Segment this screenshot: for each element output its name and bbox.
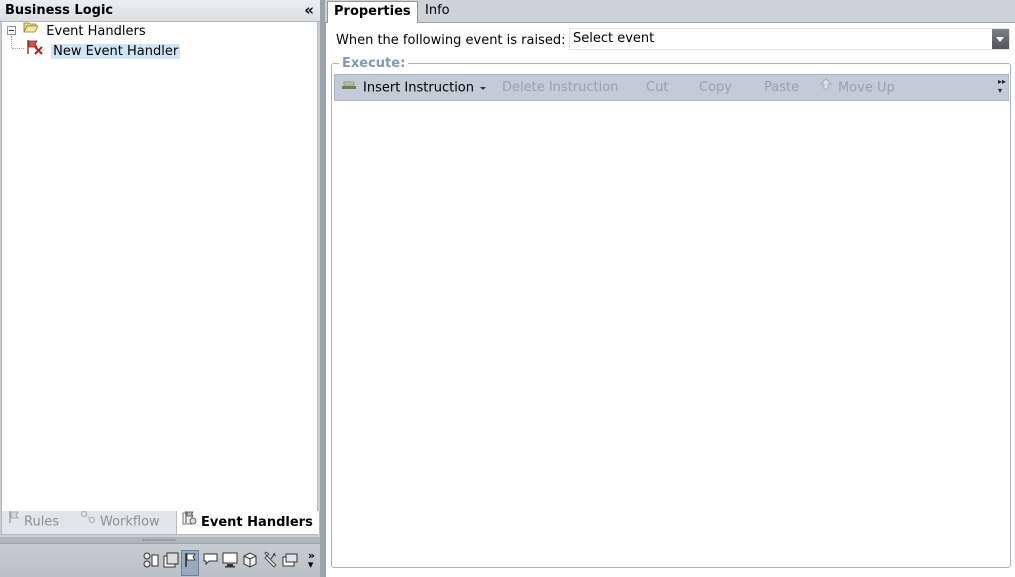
tree-node-label: New Event Handler [51, 43, 181, 59]
insert-instruction-button[interactable]: Insert Instruction [341, 79, 486, 97]
right-tab-strip: Properties Info [325, 0, 1015, 24]
bottom-tab-strip: Rules Workflow Event Handlers [1, 511, 320, 535]
navigator-icon-strip: » ▾ [0, 543, 320, 577]
folder-open-icon [23, 21, 39, 40]
execute-legend: Execute: [339, 56, 409, 71]
panel-header: Business Logic « [0, 0, 320, 22]
tools-icon[interactable] [261, 551, 279, 569]
properties-content: When the following event is raised: Sele… [325, 23, 1015, 577]
forms-icon[interactable] [162, 551, 180, 569]
tree-node-label: Event Handlers [46, 24, 146, 39]
tree-connector [12, 48, 24, 49]
delete-instruction-button[interactable]: Delete Instruction [502, 79, 618, 97]
button-label: Insert Instruction [363, 80, 474, 96]
move-up-button[interactable]: Move Up [820, 78, 895, 97]
tab-event-handlers[interactable]: Event Handlers [176, 511, 320, 534]
tab-properties[interactable]: Properties [327, 1, 418, 24]
collapse-panel-button[interactable]: « [304, 1, 314, 19]
flag-icon [8, 510, 20, 532]
insert-instruction-icon [341, 78, 357, 96]
event-label: When the following event is raised: [336, 33, 566, 48]
tab-label: Event Handlers [201, 515, 313, 530]
comments-icon[interactable] [202, 551, 220, 569]
tab-label: Workflow [100, 514, 160, 530]
monitor-icon[interactable] [221, 551, 239, 569]
button-label: Move Up [838, 80, 895, 96]
entities-icon[interactable] [142, 551, 160, 569]
instruction-list[interactable] [334, 102, 1009, 566]
tab-rules[interactable]: Rules [8, 511, 59, 534]
business-logic-icon[interactable] [181, 550, 199, 576]
panel-title: Business Logic [5, 3, 114, 18]
event-select-value: Select event [573, 31, 655, 46]
arrow-up-icon [820, 78, 832, 96]
event-handlers-icon [181, 510, 197, 533]
chevron-down-icon[interactable] [992, 29, 1009, 49]
business-logic-panel: Business Logic « Event Handlers New Even… [0, 0, 320, 577]
windows-icon[interactable] [281, 551, 299, 569]
execute-group: Execute: Insert Instruction Delete Instr… [331, 56, 1011, 568]
event-select[interactable]: Select event [569, 28, 1010, 50]
tab-info[interactable]: Info [419, 1, 456, 23]
event-handlers-tree: Event Handlers New Event Handler [1, 22, 318, 511]
instruction-toolbar: Insert Instruction Delete Instruction Cu… [334, 74, 1009, 101]
tree-node-new-event-handler[interactable]: New Event Handler [26, 39, 181, 61]
cube-icon[interactable] [241, 551, 259, 569]
paste-button[interactable]: Paste [764, 79, 799, 97]
tree-node-event-handlers[interactable]: Event Handlers [7, 22, 146, 40]
tab-workflow[interactable]: Workflow [80, 511, 160, 534]
collapse-node-icon[interactable] [7, 26, 16, 35]
workflow-icon [80, 510, 96, 532]
copy-button[interactable]: Copy [699, 79, 732, 97]
dropdown-caret-icon [480, 86, 486, 90]
grip-icon [142, 539, 176, 541]
properties-panel: Properties Info When the following event… [325, 0, 1015, 577]
more-options-icon[interactable]: » ▾ [308, 550, 315, 570]
toolbar-overflow-icon[interactable]: ▸▸ ▾ [998, 77, 1006, 95]
cut-button[interactable]: Cut [646, 79, 668, 97]
tab-label: Rules [24, 514, 60, 530]
event-handler-icon [26, 39, 44, 61]
